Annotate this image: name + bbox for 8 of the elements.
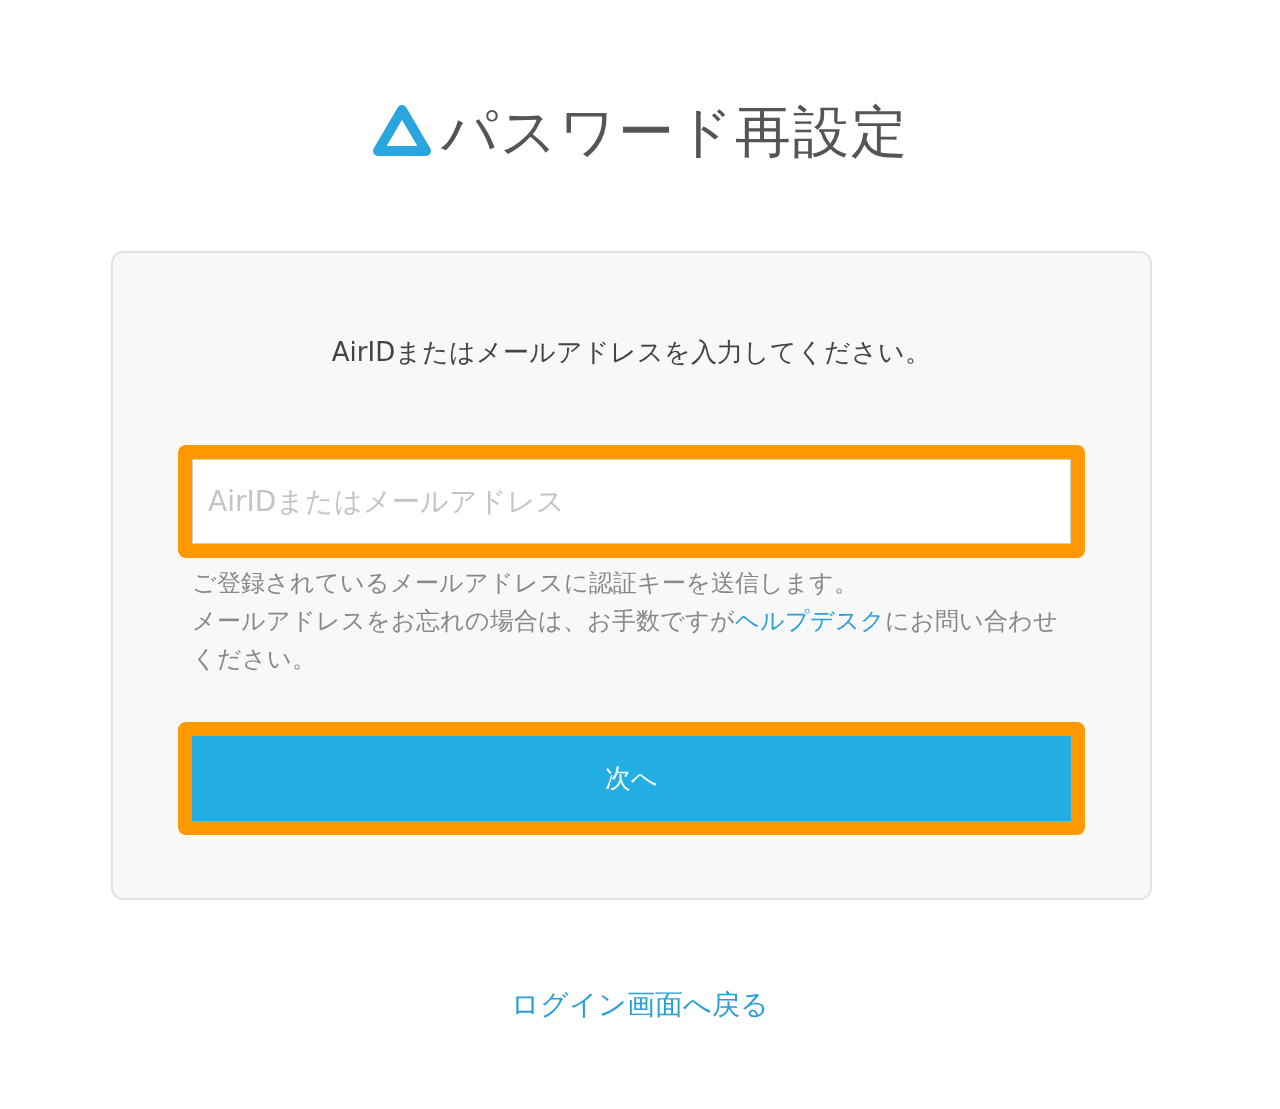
help-text: ご登録されているメールアドレスに認証キーを送信します。	[192, 568, 859, 600]
next-button[interactable]: 次へ	[192, 736, 1071, 822]
help-text: メールアドレスをお忘れの場合は、お手数ですがヘルプデスク にお問い合わせください。	[192, 606, 1059, 676]
helpdesk-link[interactable]: ヘルプデスク	[735, 607, 885, 636]
page-title: パスワード再設定	[441, 98, 909, 166]
back-to-login-link[interactable]: ログイン画面へ戻る	[511, 988, 769, 1022]
input-field[interactable]: AirIDまたはメールアドレス	[192, 459, 1071, 545]
instruction-text: AirIDまたはメールアドレスを入力してください。	[330, 336, 933, 370]
